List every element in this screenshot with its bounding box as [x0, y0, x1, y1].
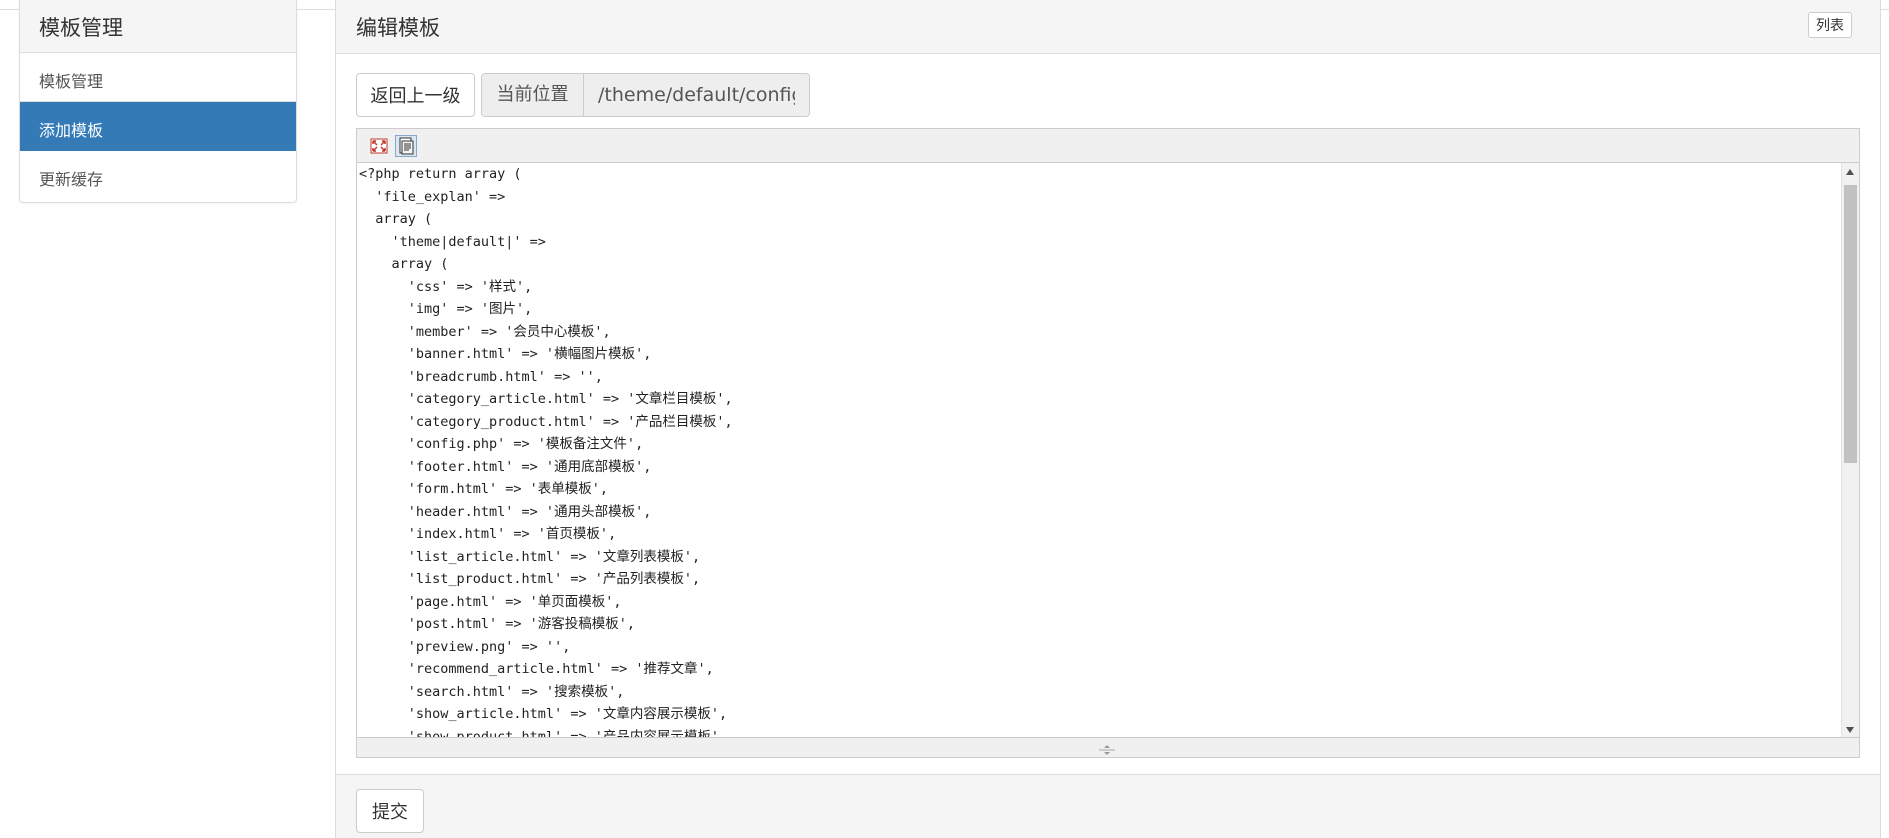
code-line: 'page.html' => '单页面模板', — [359, 593, 622, 610]
code-line: array ( — [359, 211, 433, 227]
sidebar-title: 模板管理 — [20, 0, 296, 53]
code-line: 'form.html' => '表单模板', — [359, 481, 609, 497]
panel-footer: 提交 — [336, 774, 1880, 838]
code-line: 'member' => '会员中心模板', — [359, 323, 611, 340]
resize-handle-icon[interactable] — [1097, 741, 1117, 755]
code-line: 'css' => '样式', — [359, 278, 533, 295]
code-line: array ( — [359, 256, 449, 272]
sidebar-item-add-template[interactable]: 添加模板 — [20, 102, 296, 151]
code-line: 'show_article.html' => '文章内容展示模板', — [359, 706, 728, 722]
code-line: 'footer.html' => '通用底部模板', — [359, 458, 652, 475]
scroll-down-icon[interactable] — [1846, 727, 1854, 733]
code-line: 'post.html' => '游客投稿模板', — [359, 616, 636, 632]
code-line: 'img' => '图片', — [359, 301, 533, 317]
submit-button[interactable]: 提交 — [356, 789, 424, 833]
editor-resize-bar — [357, 737, 1859, 757]
code-line: 'recommend_article.html' => '推荐文章', — [359, 661, 714, 677]
back-button[interactable]: 返回上一级 — [356, 73, 475, 117]
sidebar: 模板管理 模板管理 添加模板 更新缓存 — [19, 0, 297, 203]
sidebar-item-template-management[interactable]: 模板管理 — [20, 53, 296, 102]
code-line: 'list_article.html' => '文章列表模板', — [359, 548, 701, 565]
code-editor: <?php return array ( 'file_explan' => ar… — [356, 128, 1860, 758]
vertical-scrollbar[interactable] — [1841, 163, 1859, 739]
code-line: 'banner.html' => '横幅图片模板', — [359, 346, 652, 362]
fullscreen-icon[interactable] — [368, 135, 390, 157]
list-button[interactable]: 列表 — [1808, 12, 1852, 38]
code-line: 'search.html' => '搜索模板', — [359, 683, 625, 700]
code-line: 'index.html' => '首页模板', — [359, 526, 617, 542]
code-line: 'preview.png' => '', — [359, 638, 571, 655]
location-label: 当前位置 — [482, 74, 584, 116]
main-panel: 编辑模板 列表 返回上一级 当前位置 /theme/default/config… — [335, 0, 1881, 838]
scroll-up-icon[interactable] — [1846, 169, 1854, 175]
code-line: 'list_product.html' => '产品列表模板', — [359, 571, 701, 587]
code-line: 'breadcrumb.html' => '', — [359, 368, 603, 385]
page-title: 编辑模板 — [356, 16, 440, 40]
code-line: 'category_product.html' => '产品栏目模板', — [359, 413, 733, 430]
source-icon[interactable] — [395, 135, 417, 157]
code-line: 'category_article.html' => '文章栏目模板', — [359, 391, 733, 407]
scrollbar-thumb[interactable] — [1844, 185, 1857, 463]
editor-toolbar — [357, 129, 1859, 163]
code-line: <?php return array ( — [359, 166, 522, 182]
code-line: 'theme|default|' => — [359, 233, 546, 250]
code-line: 'file_explan' => — [359, 188, 506, 205]
code-content[interactable]: <?php return array ( 'file_explan' => ar… — [357, 163, 1841, 739]
code-line: 'header.html' => '通用头部模板', — [359, 503, 652, 520]
code-line: 'config.php' => '模板备注文件', — [359, 436, 644, 452]
location-group: 当前位置 — [481, 73, 810, 117]
location-input[interactable] — [584, 74, 809, 116]
sidebar-item-update-cache[interactable]: 更新缓存 — [20, 151, 296, 200]
panel-header: 编辑模板 列表 — [336, 0, 1880, 54]
